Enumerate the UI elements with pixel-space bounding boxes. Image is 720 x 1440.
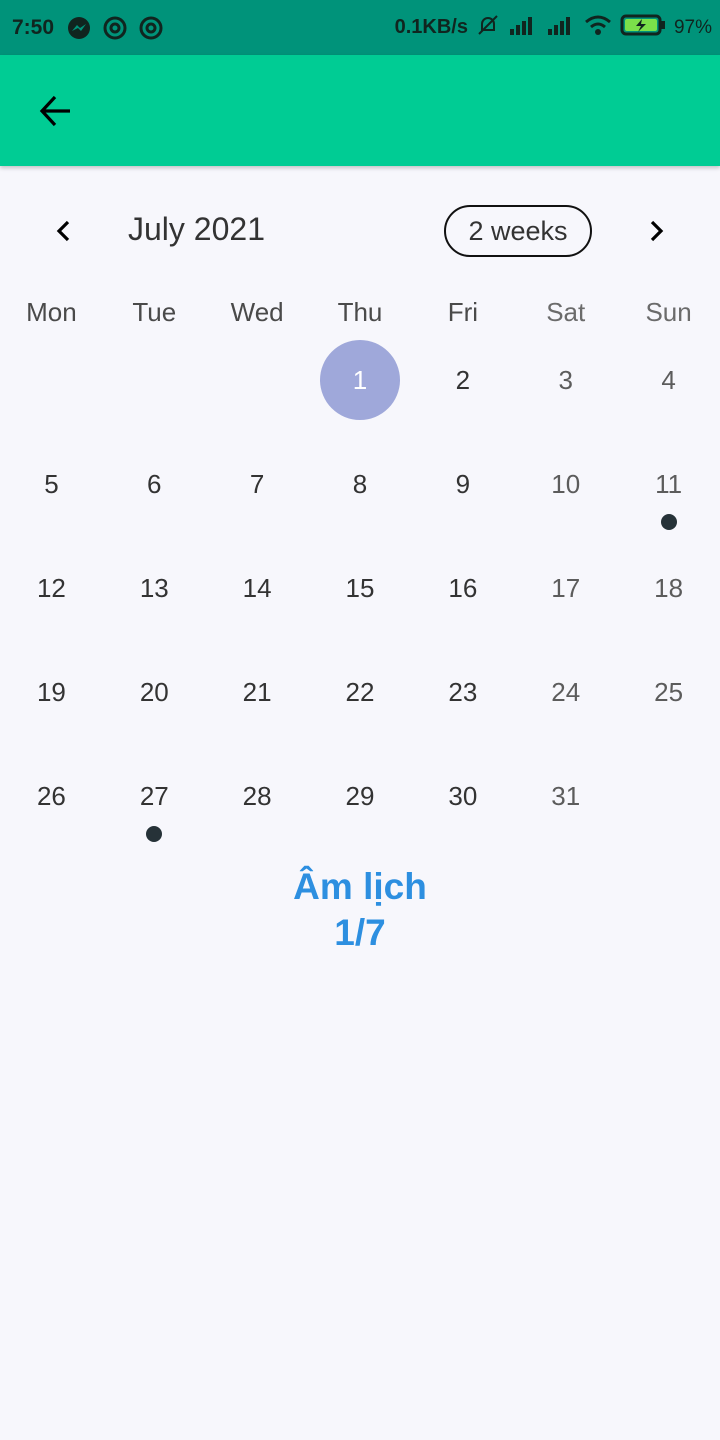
battery-percent: 97% xyxy=(673,16,712,38)
status-bar: 7:50 0.1KB/s 97% xyxy=(0,0,720,55)
calendar-day-cell[interactable]: 24 xyxy=(514,640,617,744)
calendar-day-cell[interactable]: 9 xyxy=(411,432,514,536)
month-title: July 2021 xyxy=(128,211,265,247)
network-speed: 0.1KB/s xyxy=(394,16,468,38)
calendar-blank-cell xyxy=(0,328,103,432)
calendar-day-cell[interactable]: 10 xyxy=(514,432,617,536)
calendar-day-cell[interactable]: 26 xyxy=(0,744,103,848)
calendar-day-cell[interactable]: 2 xyxy=(411,328,514,432)
calendar-day-cell[interactable]: 11 xyxy=(617,432,720,536)
day-number: 13 xyxy=(139,572,169,603)
day-number: 7 xyxy=(249,468,265,499)
calendar-day-cell[interactable]: 31 xyxy=(514,744,617,848)
day-number: 8 xyxy=(352,468,368,499)
day-number: 1 xyxy=(320,340,400,420)
day-number: 11 xyxy=(655,468,683,499)
event-marker xyxy=(660,514,677,530)
status-right-group: 0.1KB/s 97% xyxy=(395,13,712,43)
calendar-day-cell[interactable]: 27 xyxy=(103,744,206,848)
calendar-day-cell[interactable]: 4 xyxy=(617,328,720,432)
day-number: 16 xyxy=(448,572,478,603)
calendar-day-cell[interactable]: 15 xyxy=(309,536,412,640)
day-number: 3 xyxy=(558,364,573,395)
day-number: 6 xyxy=(147,468,162,499)
calendar-day-cell[interactable]: 19 xyxy=(0,640,103,744)
day-number: 26 xyxy=(36,780,66,811)
back-button[interactable] xyxy=(28,83,84,139)
next-month-button[interactable] xyxy=(632,207,680,255)
calendar-day-cell[interactable]: 6 xyxy=(103,432,206,536)
wifi-icon xyxy=(584,14,612,42)
notification-app-icon xyxy=(138,15,164,41)
calendar-day-cell[interactable]: 17 xyxy=(514,536,617,640)
calendar-day-cell[interactable]: 12 xyxy=(0,536,103,640)
battery-icon xyxy=(620,13,666,43)
day-number: 31 xyxy=(551,780,581,811)
calendar-day-cell[interactable]: 29 xyxy=(309,744,412,848)
day-number: 22 xyxy=(345,676,375,707)
day-number: 20 xyxy=(139,676,169,707)
calendar-day-cell[interactable]: 16 xyxy=(411,536,514,640)
day-number: 14 xyxy=(242,572,272,603)
app-bar xyxy=(0,55,720,166)
day-number: 23 xyxy=(448,676,478,707)
day-number: 2 xyxy=(455,364,471,395)
day-number: 9 xyxy=(455,468,471,499)
lunar-date-panel: Âm lịch 1/7 xyxy=(0,864,720,956)
day-number: 29 xyxy=(345,780,375,811)
calendar-day-cell[interactable]: 13 xyxy=(103,536,206,640)
day-number: 12 xyxy=(36,572,66,603)
day-number: 10 xyxy=(551,468,581,499)
calendar-day-cell[interactable]: 23 xyxy=(411,640,514,744)
messenger-icon xyxy=(66,15,92,41)
day-number: 18 xyxy=(654,572,684,603)
lunar-date: 1/7 xyxy=(334,912,386,953)
day-number: 21 xyxy=(242,676,272,707)
signal-icon xyxy=(508,15,538,41)
day-number: 15 xyxy=(345,572,375,603)
calendar-day-cell[interactable]: 14 xyxy=(206,536,309,640)
calendar-day-cell[interactable]: 30 xyxy=(411,744,514,848)
days-grid: 1 2 3 4 5 6 7 8 9 10 11 12 13 14 15 16 17 18 19 20 21 22 23 24 2… xyxy=(0,328,720,848)
bell-off-icon xyxy=(476,13,500,43)
day-number: 25 xyxy=(654,676,684,707)
calendar-header: July 2021 2 weeks xyxy=(0,195,720,267)
previous-month-button[interactable] xyxy=(40,207,88,255)
calendar-blank-cell xyxy=(206,328,309,432)
calendar-day-cell[interactable]: 5 xyxy=(0,432,103,536)
calendar-day-cell[interactable]: 28 xyxy=(206,744,309,848)
day-number: 5 xyxy=(44,468,59,499)
calendar-day-cell[interactable]: 21 xyxy=(206,640,309,744)
day-number: 27 xyxy=(139,780,169,811)
day-number: 17 xyxy=(551,572,581,603)
arrow-left-icon xyxy=(39,95,70,127)
day-number: 30 xyxy=(448,780,478,811)
calendar-day-cell[interactable]: 1 xyxy=(309,328,412,432)
day-number: 19 xyxy=(36,676,66,707)
signal-icon xyxy=(546,15,576,41)
day-number: 28 xyxy=(242,780,272,811)
calendar-blank-cell xyxy=(103,328,206,432)
lunar-label: Âm lịch xyxy=(293,866,427,907)
calendar-day-cell[interactable]: 3 xyxy=(514,328,617,432)
day-number: 24 xyxy=(551,676,581,707)
day-number: 4 xyxy=(661,364,676,395)
calendar-format-button[interactable]: 2 weeks xyxy=(444,205,592,257)
event-marker xyxy=(146,826,163,842)
calendar-day-cell[interactable]: 18 xyxy=(617,536,720,640)
chevron-right-icon xyxy=(650,220,664,242)
calendar-day-cell[interactable]: 7 xyxy=(206,432,309,536)
status-time: 7:50 xyxy=(12,15,55,39)
calendar-day-cell[interactable]: 20 xyxy=(103,640,206,744)
notification-app-icon xyxy=(102,15,128,41)
calendar-day-cell[interactable]: 22 xyxy=(309,640,412,744)
calendar-day-cell[interactable]: 25 xyxy=(617,640,720,744)
chevron-left-icon xyxy=(56,220,70,242)
calendar-day-cell[interactable]: 8 xyxy=(309,432,412,536)
